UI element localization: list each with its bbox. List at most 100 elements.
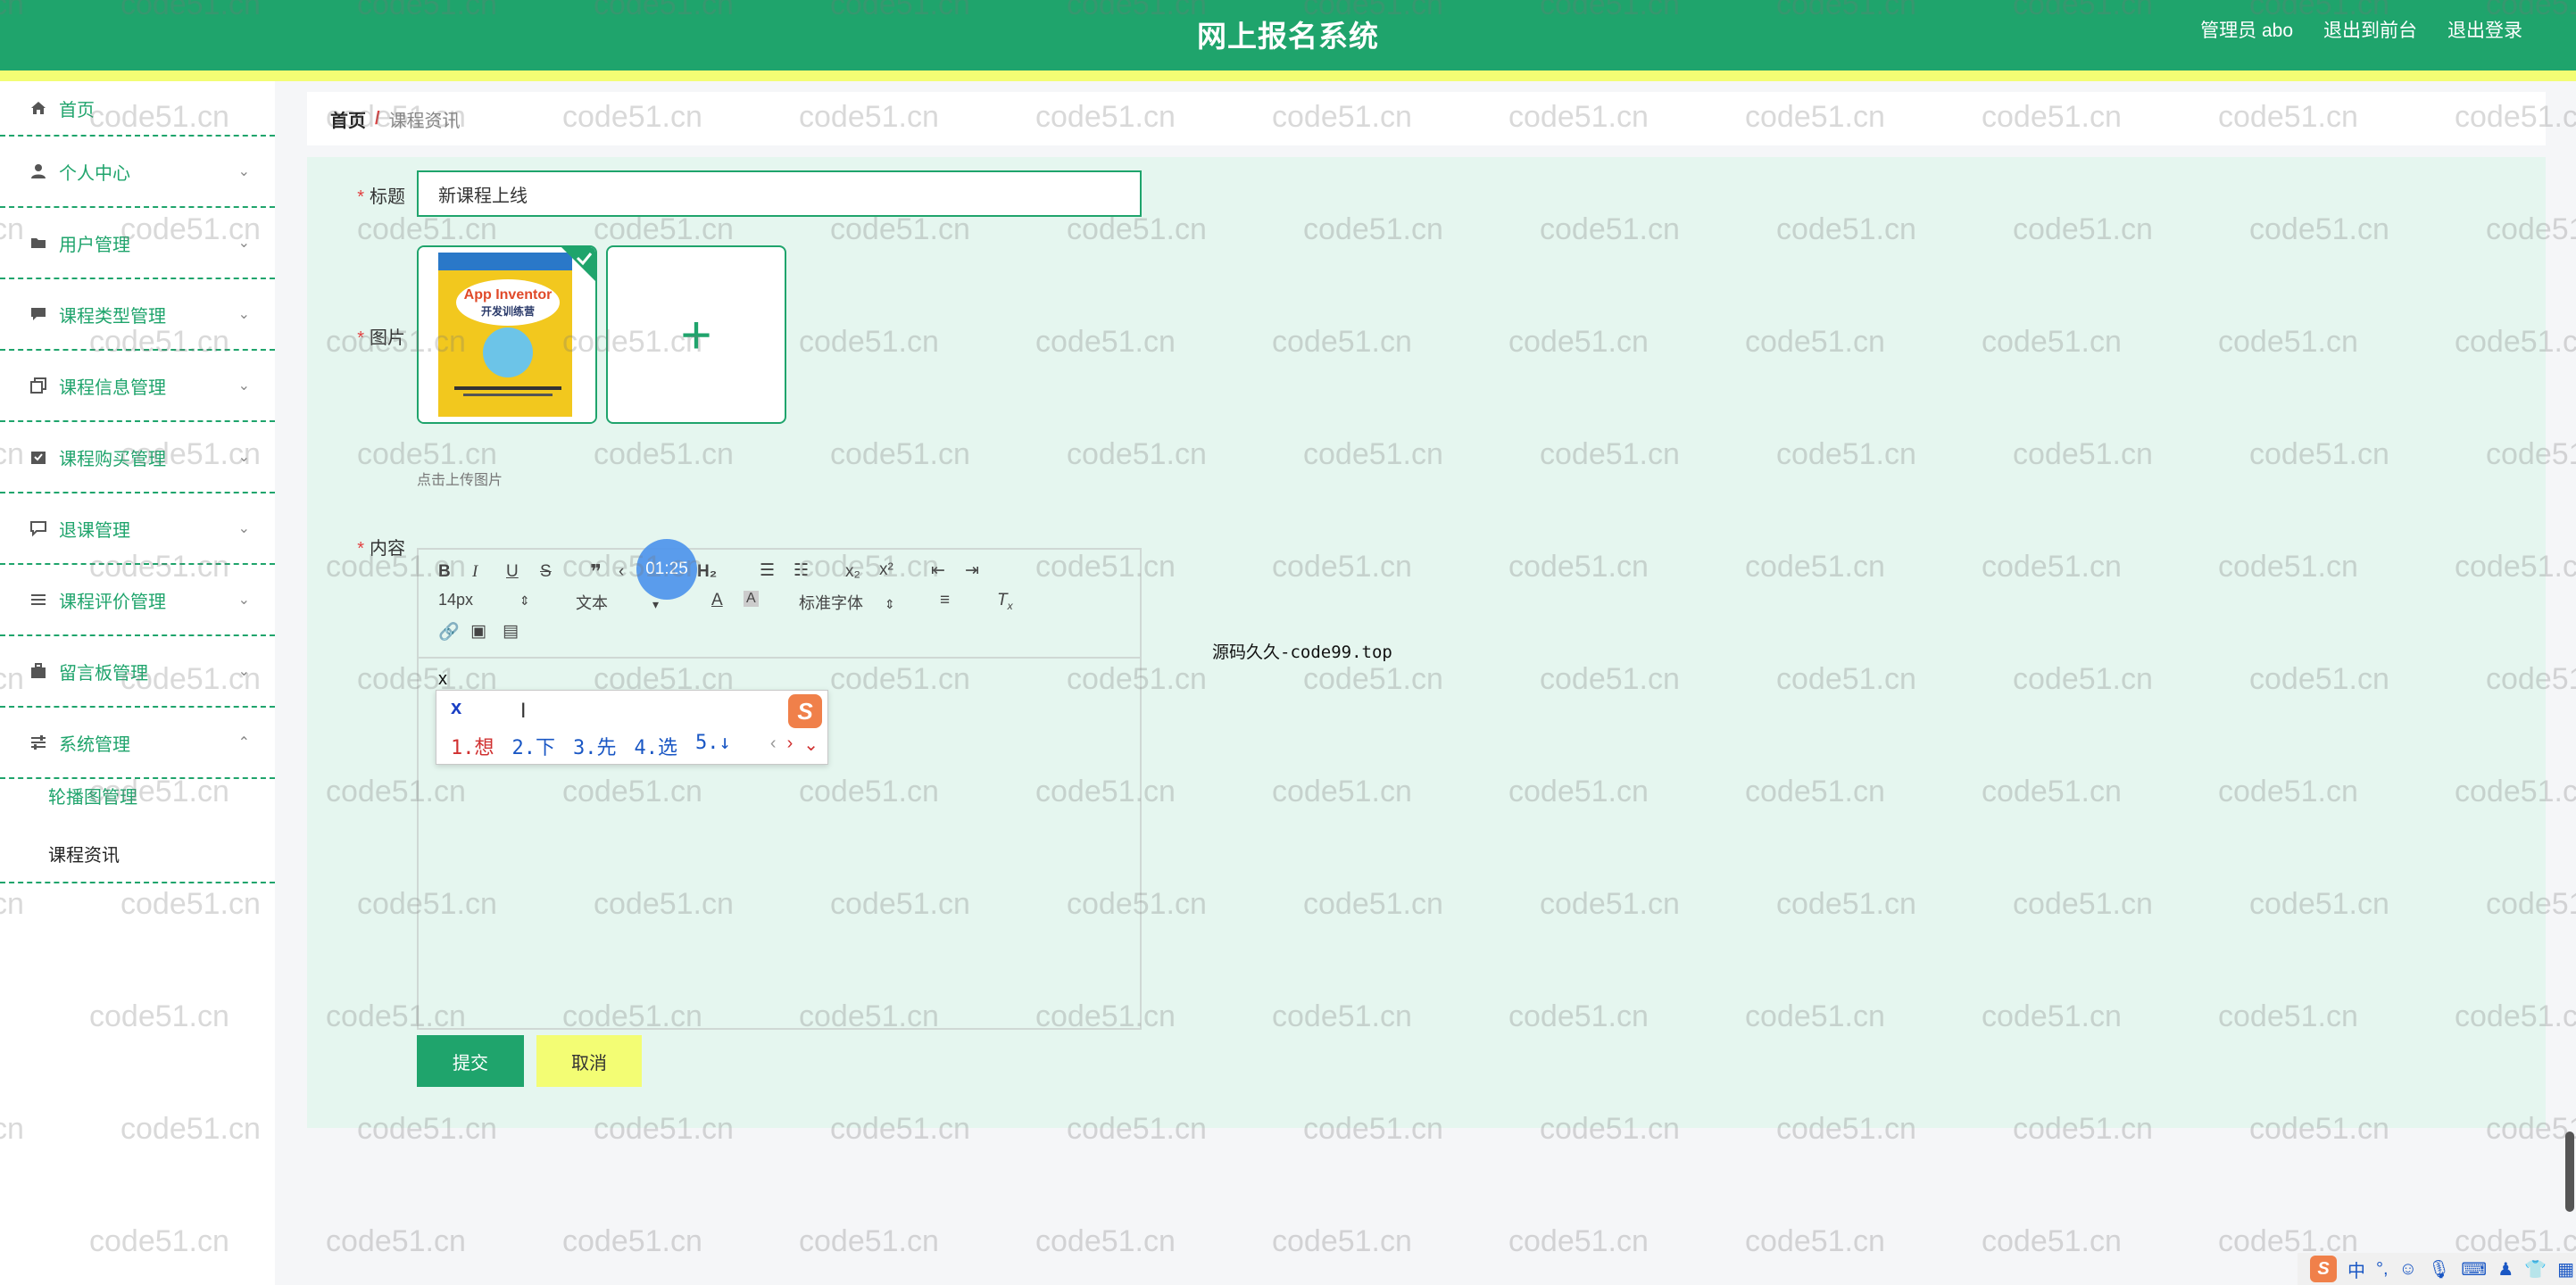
sidebar-item-personal-center[interactable]: 个人中心 ⌄ bbox=[0, 137, 275, 208]
chevron-down-icon: ⌄ bbox=[237, 378, 250, 394]
ime-candidate[interactable]: 3.先 bbox=[573, 732, 617, 760]
sidebar-item-message-board[interactable]: 留言板管理 ⌄ bbox=[0, 636, 275, 708]
sidebar-item-user-management[interactable]: 用户管理 ⌄ bbox=[0, 208, 275, 279]
watermark-text: code51.cn bbox=[326, 1224, 466, 1258]
superscript-button[interactable]: x² bbox=[879, 560, 893, 580]
link-icon[interactable]: 🔗 bbox=[438, 621, 460, 642]
current-user-label: 管理员 abo bbox=[2200, 21, 2293, 41]
ime-candidate[interactable]: 2.下 bbox=[512, 732, 556, 760]
emoji-icon[interactable]: ☺ bbox=[2399, 1259, 2417, 1280]
subscript-button[interactable]: x₂ bbox=[845, 562, 860, 582]
bold-button[interactable]: B bbox=[438, 562, 451, 582]
code-block-button[interactable]: ‹ bbox=[619, 562, 624, 582]
watermark-text: code51.cn bbox=[1508, 1224, 1649, 1258]
prev-page-icon[interactable]: ‹ bbox=[770, 734, 777, 756]
indent-button[interactable]: ⇥ bbox=[965, 560, 979, 581]
watermark-text: code51.cn bbox=[562, 1224, 702, 1258]
sliders-icon bbox=[29, 733, 48, 752]
sidebar-item-label: 退课管理 bbox=[59, 520, 130, 541]
grid-icon[interactable]: ▦ bbox=[2557, 1258, 2574, 1281]
ordered-list-button[interactable]: ☰ bbox=[760, 560, 775, 581]
sidebar-item-label: 课程购买管理 bbox=[59, 449, 166, 469]
shirt-icon[interactable]: 👕 bbox=[2524, 1258, 2547, 1281]
breadcrumb-home[interactable]: 首页 bbox=[330, 106, 366, 132]
punctuation-icon[interactable]: °, bbox=[2376, 1259, 2389, 1280]
sidebar-item-label: 用户管理 bbox=[59, 235, 130, 255]
font-color-button[interactable]: A bbox=[711, 591, 723, 610]
bullet-list-button[interactable]: ☷ bbox=[794, 560, 809, 581]
upload-hint: 点击上传图片 bbox=[417, 473, 503, 488]
font-family-select[interactable]: 标准字体 ⇕ bbox=[799, 591, 895, 614]
text-cursor-icon: Ⅰ bbox=[520, 700, 527, 722]
underline-button[interactable]: U bbox=[506, 562, 519, 582]
font-size-select[interactable]: 14px ⇕ bbox=[438, 591, 530, 609]
user-icon bbox=[29, 162, 48, 181]
keyboard-icon[interactable]: ⌨ bbox=[2461, 1258, 2487, 1281]
sidebar-item-course-purchase[interactable]: 课程购买管理 ⌄ bbox=[0, 422, 275, 493]
video-icon[interactable]: ▤ bbox=[503, 621, 519, 642]
top-header: 网上报名系统 管理员 abo 退出到前台 退出登录 bbox=[0, 0, 2576, 70]
paragraph-select[interactable]: 文本 ▾ bbox=[576, 591, 659, 614]
svg-text:开发训练营: 开发训练营 bbox=[481, 304, 535, 318]
sidebar-item-course-type[interactable]: 课程类型管理 ⌄ bbox=[0, 279, 275, 351]
folder-icon bbox=[29, 233, 48, 253]
ime-candidate[interactable]: 4.选 bbox=[635, 732, 678, 760]
recording-timer-bubble: 01:25 bbox=[636, 539, 697, 600]
italic-button[interactable]: I bbox=[472, 562, 478, 582]
sogou-tray-icon[interactable]: S bbox=[2310, 1256, 2337, 1282]
book-cover-image: App Inventor 开发训练营 bbox=[419, 247, 595, 422]
uploaded-image-thumbnail[interactable]: App Inventor 开发训练营 bbox=[417, 245, 597, 424]
ime-candidate-popup: x Ⅰ S 1.想 2.下 3.先 4.选 5.↓ ‹ › ⌄ bbox=[436, 690, 828, 765]
quote-button[interactable]: ❞ bbox=[590, 560, 602, 584]
expand-icon[interactable]: ⌄ bbox=[803, 734, 819, 756]
image-label: * 图片 bbox=[357, 328, 405, 348]
outdent-button[interactable]: ⇤ bbox=[931, 560, 945, 581]
microphone-icon[interactable]: 🎙 bbox=[2428, 1258, 2450, 1281]
chevron-down-icon: ⌄ bbox=[237, 236, 250, 251]
submit-button[interactable]: 提交 bbox=[417, 1035, 524, 1087]
sidebar-item-drop-course[interactable]: 退课管理 ⌄ bbox=[0, 493, 275, 565]
add-image-button[interactable]: + bbox=[606, 245, 786, 424]
sogou-logo-icon: S bbox=[788, 694, 822, 728]
sidebar-item-label: 课程信息管理 bbox=[59, 377, 166, 398]
plus-icon: + bbox=[680, 304, 712, 365]
editor-content[interactable]: x bbox=[438, 669, 447, 690]
watermark-text: code51.cn bbox=[1272, 1224, 1412, 1258]
sidebar-item-course-review[interactable]: 课程评价管理 ⌄ bbox=[0, 565, 275, 636]
heading-2-button[interactable]: H₂ bbox=[697, 562, 717, 582]
skin-icon[interactable]: ♟ bbox=[2497, 1258, 2514, 1281]
chevron-down-icon: ⌄ bbox=[237, 593, 250, 608]
sidebar-subitem-carousel[interactable]: 轮播图管理 bbox=[0, 766, 275, 825]
background-color-button[interactable]: A bbox=[744, 591, 759, 607]
copy-icon bbox=[29, 376, 48, 395]
title-input[interactable] bbox=[417, 170, 1142, 217]
sidebar-item-label: 留言板管理 bbox=[59, 663, 148, 684]
sidebar-item-course-info[interactable]: 课程信息管理 ⌄ bbox=[0, 351, 275, 422]
sidebar-subitem-course-news[interactable]: 课程资讯 bbox=[0, 825, 275, 883]
chevron-down-icon: ⌄ bbox=[237, 164, 250, 179]
strike-button[interactable]: S bbox=[540, 562, 552, 582]
image-icon[interactable]: ▣ bbox=[470, 621, 486, 642]
source-overlay-text: 源码久久-code99.top bbox=[1212, 642, 1392, 662]
ime-candidate[interactable]: 1.想 bbox=[451, 732, 494, 760]
logout-link[interactable]: 退出登录 bbox=[2447, 16, 2522, 43]
chevron-up-icon: ⌃ bbox=[237, 735, 250, 750]
editor-toolbar: B I U S ❞ ‹ H₂ ☰ ☷ x₂ x² ⇤ ⇥ 14px ⇕ 文本 ▾ A… bbox=[419, 550, 1140, 659]
scrollbar-thumb[interactable] bbox=[2565, 1132, 2574, 1212]
title-label: * 标题 bbox=[357, 187, 405, 207]
sidebar-item-label: 课程类型管理 bbox=[59, 306, 166, 327]
align-button[interactable]: ≡ bbox=[940, 591, 950, 610]
cancel-button[interactable]: 取消 bbox=[536, 1035, 642, 1087]
breadcrumb-current: 课程资讯 bbox=[388, 111, 461, 131]
ime-language-indicator[interactable]: 中 bbox=[2347, 1256, 2365, 1282]
chat-icon bbox=[29, 304, 48, 324]
rich-text-editor[interactable]: B I U S ❞ ‹ H₂ ☰ ☷ x₂ x² ⇤ ⇥ 14px ⇕ 文本 ▾ A… bbox=[417, 548, 1142, 1030]
ime-input-text: x bbox=[451, 696, 462, 718]
list-icon bbox=[29, 590, 48, 609]
exit-to-front-link[interactable]: 退出到前台 bbox=[2323, 16, 2417, 43]
next-page-icon[interactable]: › bbox=[787, 734, 794, 756]
sidebar-item-home[interactable]: 首页 bbox=[0, 81, 275, 137]
clear-format-button[interactable]: Tx bbox=[997, 591, 1013, 612]
ime-candidate[interactable]: 5.↓ bbox=[695, 732, 731, 760]
watermark-text: code51.cn bbox=[1035, 1224, 1176, 1258]
